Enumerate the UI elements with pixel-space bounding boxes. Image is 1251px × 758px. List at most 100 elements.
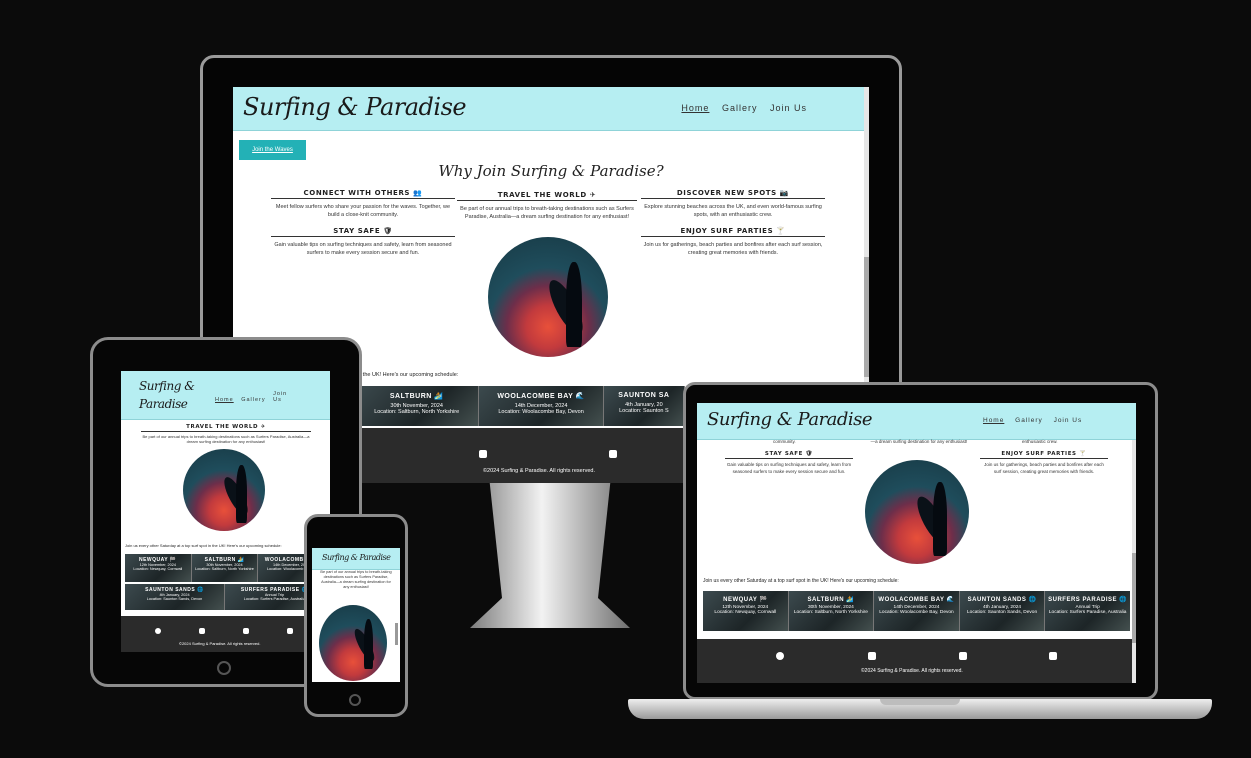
nav-home[interactable]: Home bbox=[215, 397, 234, 403]
feature-text: Explore stunning beaches across the UK, … bbox=[644, 204, 822, 218]
feature-title: ENJOY SURF PARTIES 🍸 bbox=[980, 451, 1108, 459]
facebook-icon[interactable] bbox=[155, 628, 161, 634]
event-tile-surfers-paradise[interactable]: SURFERS PARADISE 🌐 Annual Trip Location: S… bbox=[1045, 591, 1130, 631]
twitter-icon[interactable] bbox=[199, 628, 205, 634]
monitor-header: Surfing & Paradise Home Gallery Join Us bbox=[233, 87, 869, 131]
nav-join[interactable]: Join Us bbox=[770, 103, 807, 113]
event-location: Location: Saunton Sands, Devon bbox=[146, 597, 203, 601]
youtube-icon[interactable] bbox=[243, 628, 249, 634]
feature-title: TRAVEL THE WORLD ✈ bbox=[141, 424, 311, 432]
scrollbar-thumb[interactable] bbox=[1132, 553, 1136, 643]
event-name: SALTBURN 🏄 bbox=[807, 597, 855, 603]
main-nav: Home Gallery Join Us bbox=[681, 103, 807, 113]
feature-discover: DISCOVER NEW SPOTS 📷 Explore stunning be… bbox=[641, 189, 825, 219]
brand-logo[interactable]: Surfing & Paradise bbox=[707, 409, 873, 430]
surfer-silhouette bbox=[566, 262, 582, 347]
surfer-silhouette bbox=[236, 465, 247, 523]
event-location: Location: Saltburn, North Yorkshire bbox=[374, 409, 460, 415]
tablet-header: Surfing & Paradise Home Gallery Join Us bbox=[121, 371, 330, 420]
event-location: Location: Saltburn, North Yorkshire bbox=[195, 567, 254, 571]
event-location: Location: Surfers Paradise, Australia bbox=[1048, 610, 1127, 615]
event-strip: SALTBURN 🏄 30th November, 2024 Location:… bbox=[355, 386, 685, 426]
nav-home[interactable]: Home bbox=[983, 417, 1004, 424]
feature-title: DISCOVER NEW SPOTS 📷 bbox=[641, 189, 825, 199]
event-location: Location: Woolacombe Bay, Devon bbox=[879, 610, 954, 615]
copyright: ©2024 Surfing & Paradise. All rights res… bbox=[179, 641, 261, 646]
laptop-footer: ©2024 Surfing & Paradise. All rights res… bbox=[697, 639, 1136, 683]
phone-screen: Surfing & Paradise Be part of our annual… bbox=[312, 548, 400, 682]
feature-text: Be part of our annual trips to breath-ta… bbox=[142, 434, 310, 444]
feature-text: Meet fellow surfers who share your passi… bbox=[275, 204, 451, 218]
laptop-header: Surfing & Paradise Home Gallery Join Us bbox=[697, 403, 1136, 440]
scrollbar-thumb[interactable] bbox=[864, 257, 869, 377]
instagram-icon[interactable] bbox=[1049, 652, 1057, 660]
copyright: ©2024 Surfing & Paradise. All rights res… bbox=[483, 468, 595, 474]
laptop-notch bbox=[880, 699, 960, 705]
phone-home-button[interactable] bbox=[349, 694, 361, 706]
partial-text-left: community. bbox=[773, 439, 796, 444]
event-strip-row1: NEWQUAY 🏁 12th November, 2024 Location: Ne… bbox=[125, 554, 326, 582]
event-location: Location: Newquay, Cornwall bbox=[714, 610, 777, 615]
nav-gallery[interactable]: Gallery bbox=[722, 103, 758, 113]
feature-safe: STAY SAFE 🛡 Gain valuable tips on surfin… bbox=[271, 227, 455, 257]
nav-join[interactable]: Join Us bbox=[273, 391, 286, 403]
schedule-intro: Join us every other Saturday at a top su… bbox=[125, 543, 282, 548]
feature-title: TRAVEL THE WORLD ✈ bbox=[457, 191, 637, 201]
copyright: ©2024 Surfing & Paradise. All rights res… bbox=[861, 668, 963, 674]
event-tile-woolacombe[interactable]: WOOLACOMBE BAY 🌊 14th December, 2024 Loc… bbox=[479, 386, 604, 426]
event-name: NEWQUAY 🏁 bbox=[723, 597, 768, 603]
feature-travel: TRAVEL THE WORLD ✈ Be part of our annual… bbox=[457, 191, 637, 221]
main-nav: Home Gallery Join Us bbox=[215, 391, 286, 403]
surfer-image bbox=[319, 605, 387, 681]
brand-logo[interactable]: Surfing & Paradise bbox=[322, 553, 391, 562]
tablet-home-button[interactable] bbox=[217, 661, 231, 675]
feature-connect: CONNECT WITH OTHERS 👥 Meet fellow surfer… bbox=[271, 189, 455, 219]
brand-logo[interactable]: Surfing & Paradise bbox=[139, 377, 199, 413]
event-tile-saltburn[interactable]: SALTBURN 🏄 30th November, 2024 Location: S… bbox=[788, 591, 875, 631]
facebook-icon[interactable] bbox=[776, 652, 784, 660]
phone-header: Surfing & Paradise bbox=[312, 548, 400, 570]
event-tile-saunton[interactable]: SAUNTON SANDS 🌐 4th January, 2024 Location… bbox=[959, 591, 1046, 631]
twitter-icon[interactable] bbox=[868, 652, 876, 660]
event-location: Location: Saltburn, North Yorkshire bbox=[793, 610, 868, 615]
feature-title: CONNECT WITH OTHERS 👥 bbox=[271, 189, 455, 199]
feature-safe: STAY SAFE 🛡 Gain valuable tips on surfin… bbox=[725, 451, 853, 475]
feature-text: Be part of our annual trips to breath-ta… bbox=[460, 206, 634, 220]
nav-home[interactable]: Home bbox=[681, 103, 709, 113]
youtube-icon[interactable] bbox=[959, 652, 967, 660]
event-tile-saunton[interactable]: SAUNTON SANDS 🌐 4th January, 2024 Location… bbox=[125, 584, 225, 610]
event-name: SURFERS PARADISE 🌐 bbox=[1048, 597, 1128, 603]
event-strip-row2: SAUNTON SANDS 🌐 4th January, 2024 Location… bbox=[125, 584, 325, 610]
feature-travel: TRAVEL THE WORLD ✈ Be part of our annual… bbox=[141, 424, 311, 444]
event-name: WOOLACOMBE BAY 🌊 bbox=[497, 393, 585, 400]
nav-gallery[interactable]: Gallery bbox=[1015, 417, 1043, 424]
event-tile-newquay[interactable]: NEWQUAY 🏁 12th November, 2024 Location: Ne… bbox=[125, 554, 192, 582]
nav-join[interactable]: Join Us bbox=[1054, 417, 1083, 424]
nav-gallery[interactable]: Gallery bbox=[241, 397, 265, 403]
twitter-icon[interactable] bbox=[479, 450, 487, 458]
event-name: SALTBURN 🏄 bbox=[389, 393, 444, 400]
section-title: Why Join Surfing & Paradise? bbox=[438, 162, 664, 180]
event-name: WOOLACOMBE BAY 🌊 bbox=[878, 597, 955, 603]
event-location: Location: Saunton Sands, Devon bbox=[967, 610, 1038, 615]
join-waves-button[interactable]: Join the Waves bbox=[239, 140, 306, 160]
event-tile-saltburn[interactable]: SALTBURN 🏄 30th November, 2024 Location:… bbox=[355, 386, 480, 426]
surfer-image bbox=[183, 449, 265, 531]
brand-logo[interactable]: Surfing & Paradise bbox=[243, 93, 467, 121]
event-name: SAUNTON SA bbox=[618, 392, 670, 399]
scrollbar-thumb[interactable] bbox=[395, 623, 398, 645]
event-location: Location: Woolacombe Bay, Devon bbox=[498, 409, 584, 415]
surfer-image bbox=[488, 237, 608, 357]
feature-text: Gain valuable tips on surfing techniques… bbox=[726, 462, 852, 474]
laptop-screen: Surfing & Paradise Home Gallery Join Us … bbox=[697, 403, 1136, 683]
event-tile-saltburn[interactable]: SALTBURN 🏄 30th November, 2024 Location: S… bbox=[191, 554, 259, 582]
feature-text: Join us for gatherings, beach parties an… bbox=[984, 462, 1104, 474]
event-tile-saunton[interactable]: SAUNTON SA 4th January, 20 Location: Sau… bbox=[603, 386, 685, 426]
event-tile-newquay[interactable]: NEWQUAY 🏁 12th November, 2024 Location: Ne… bbox=[703, 591, 789, 631]
youtube-icon[interactable] bbox=[609, 450, 617, 458]
instagram-icon[interactable] bbox=[287, 628, 293, 634]
partial-text-mid: —a dream surfing destination for any ent… bbox=[870, 439, 968, 444]
feature-parties: ENJOY SURF PARTIES 🍸 Join us for gatheri… bbox=[641, 227, 825, 257]
event-tile-woolacombe[interactable]: WOOLACOMBE BAY 🌊 14th December, 2024 Locat… bbox=[874, 591, 960, 631]
event-location: Location: Newquay, Cornwall bbox=[133, 567, 183, 571]
